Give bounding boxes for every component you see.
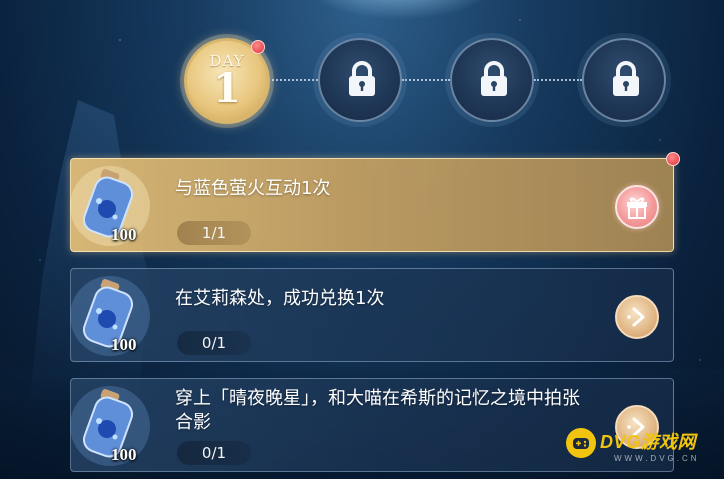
watermark-url: WWW.DVG.CN <box>614 454 700 463</box>
go-arrow-icon <box>627 307 645 327</box>
day-tracker: DAY 1 <box>0 0 724 130</box>
task-progress: 0/1 <box>177 441 251 465</box>
task-title: 在艾莉森处，成功兑换1次 <box>175 288 385 309</box>
task-title: 穿上「晴夜晚星」，和大喵在希斯的记忆之境中拍张合影 <box>175 388 580 433</box>
watermark: DVG游戏网 WWW.DVG.CN <box>560 424 724 479</box>
day-connector <box>272 79 318 81</box>
firefly-bottle-icon <box>70 166 150 246</box>
reward-item: 100 <box>67 385 153 467</box>
lock-icon <box>481 61 507 96</box>
go-button[interactable] <box>615 295 659 339</box>
reward-amount: 100 <box>111 225 137 244</box>
gamepad-icon <box>566 428 596 458</box>
firefly-bottle-icon <box>70 386 150 466</box>
reward-item: 100 <box>67 165 153 247</box>
day-number: 1 <box>213 65 241 112</box>
day-node-3[interactable] <box>450 38 534 122</box>
firefly-bottle-icon <box>70 276 150 356</box>
task-progress: 1/1 <box>177 221 251 245</box>
claim-reward-button[interactable] <box>615 185 659 229</box>
lock-icon <box>613 61 639 96</box>
task-card[interactable]: 100 在艾莉森处，成功兑换1次 0/1 <box>70 268 674 362</box>
reward-amount: 100 <box>111 335 137 354</box>
day-node-4[interactable] <box>582 38 666 122</box>
notice-dot <box>251 40 265 54</box>
notice-dot <box>666 152 680 166</box>
lock-icon <box>349 61 375 96</box>
watermark-name: DVG游戏网 <box>600 432 697 452</box>
task-card[interactable]: 100 与蓝色萤火互动1次 1/1 <box>70 158 674 252</box>
task-title: 与蓝色萤火互动1次 <box>175 178 331 199</box>
task-progress: 0/1 <box>177 331 251 355</box>
reward-item: 100 <box>67 275 153 357</box>
day-connector <box>534 79 582 81</box>
reward-amount: 100 <box>111 445 137 464</box>
gift-icon <box>627 197 647 219</box>
day-connector <box>402 79 450 81</box>
day-node-2[interactable] <box>318 38 402 122</box>
